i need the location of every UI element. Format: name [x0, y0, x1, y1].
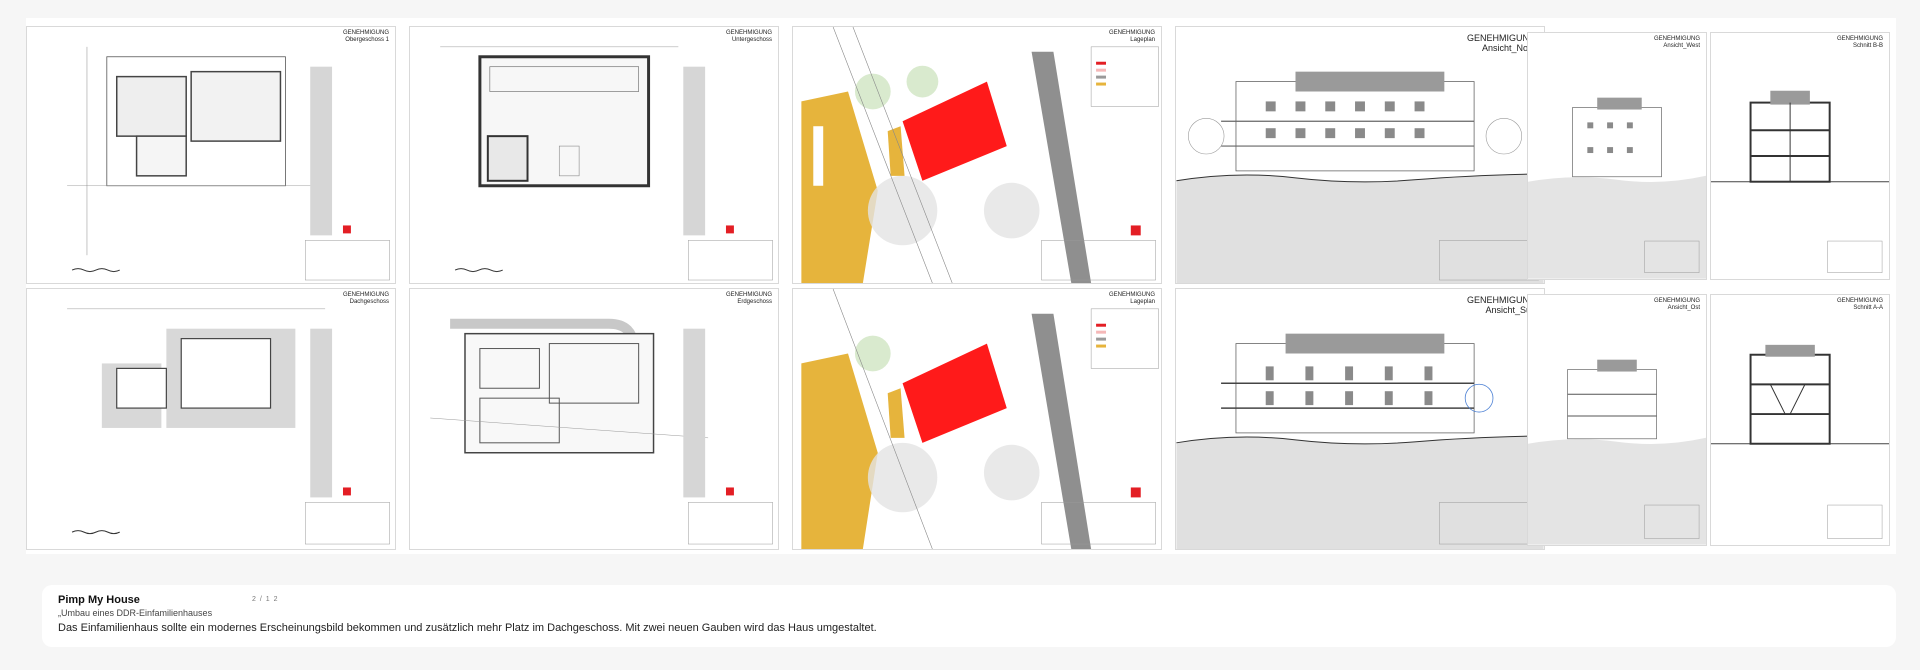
- sheet-ansicht-ost[interactable]: GENEHMIGUNG Ansicht_Ost: [1527, 294, 1707, 546]
- site-plan-drawing: [801, 289, 1159, 549]
- sheet-title: GENEHMIGUNG Ansicht_Ost: [1653, 298, 1700, 311]
- sheet-ansicht-west[interactable]: GENEHMIGUNG Ansicht_West: [1527, 32, 1707, 280]
- floor-plan-drawing: [440, 46, 773, 281]
- elevation-drawing: [1176, 333, 1544, 549]
- sheet-lageplan-2[interactable]: GENEHMIGUNG Lageplan: [792, 288, 1162, 550]
- floor-plan-drawing: [67, 308, 390, 545]
- floor-plan-drawing: [430, 318, 773, 545]
- sheet-ansicht-nord[interactable]: GENEHMIGUNG Ansicht_Nord: [1175, 26, 1545, 284]
- elevation-drawing: [1176, 71, 1544, 283]
- sheet-schnitt-2[interactable]: GENEHMIGUNG Schnitt A-A: [1710, 294, 1890, 546]
- project-description: Das Einfamilienhaus sollte ein modernes …: [58, 622, 877, 634]
- project-subtitle: „Umbau eines DDR-Einfamilienhauses: [58, 608, 213, 618]
- sheet-schnitt-1[interactable]: GENEHMIGUNG Schnitt B-B: [1710, 32, 1890, 280]
- sheet-title: GENEHMIGUNG Lageplan: [1108, 30, 1155, 43]
- sheet-lageplan-1[interactable]: GENEHMIGUNG Lageplan: [792, 26, 1162, 284]
- elevation-drawing: [1528, 97, 1706, 279]
- sheet-ansicht-sued[interactable]: GENEHMIGUNG Ansicht_Süd: [1175, 288, 1545, 550]
- sheet-title: GENEHMIGUNG Lageplan: [1108, 292, 1155, 305]
- drawing-gallery: GENEHMIGUNG Obergeschoss 1 GENEHMIGUNG Unt…: [26, 18, 1896, 554]
- sheet-title: GENEHMIGUNG Obergeschoss 1: [342, 30, 389, 43]
- floor-plan-drawing: [67, 46, 390, 281]
- section-drawing: [1711, 344, 1889, 539]
- sheet-title: GENEHMIGUNG Ansicht_West: [1653, 36, 1700, 49]
- sheet-untergeschoss[interactable]: GENEHMIGUNG Untergeschoss: [409, 26, 779, 284]
- sheet-erdgeschoss[interactable]: GENEHMIGUNG Erdgeschoss: [409, 288, 779, 550]
- sheet-title: GENEHMIGUNG Erdgeschoss: [725, 292, 772, 305]
- sheet-obergeschoss-1[interactable]: GENEHMIGUNG Obergeschoss 1: [26, 26, 396, 284]
- sheet-title: GENEHMIGUNG Schnitt A-A: [1836, 298, 1883, 311]
- sheet-title: GENEHMIGUNG Dachgeschoss: [342, 292, 389, 305]
- section-drawing: [1711, 90, 1889, 273]
- project-caption: Pimp My House 2 / 1 2 „Umbau eines DDR-E…: [42, 585, 1896, 647]
- sheet-title: GENEHMIGUNG Schnitt B-B: [1836, 36, 1883, 49]
- image-counter: 2 / 1 2: [252, 596, 279, 603]
- elevation-drawing: [1528, 359, 1706, 545]
- sheet-title: GENEHMIGUNG Ansicht_Süd: [1466, 295, 1536, 315]
- project-title: Pimp My House: [58, 594, 140, 606]
- site-plan-drawing: [801, 27, 1159, 283]
- sheet-title: GENEHMIGUNG Untergeschoss: [725, 30, 772, 43]
- sheet-title: GENEHMIGUNG Ansicht_Nord: [1466, 33, 1536, 53]
- sheet-dachgeschoss[interactable]: GENEHMIGUNG Dachgeschoss: [26, 288, 396, 550]
